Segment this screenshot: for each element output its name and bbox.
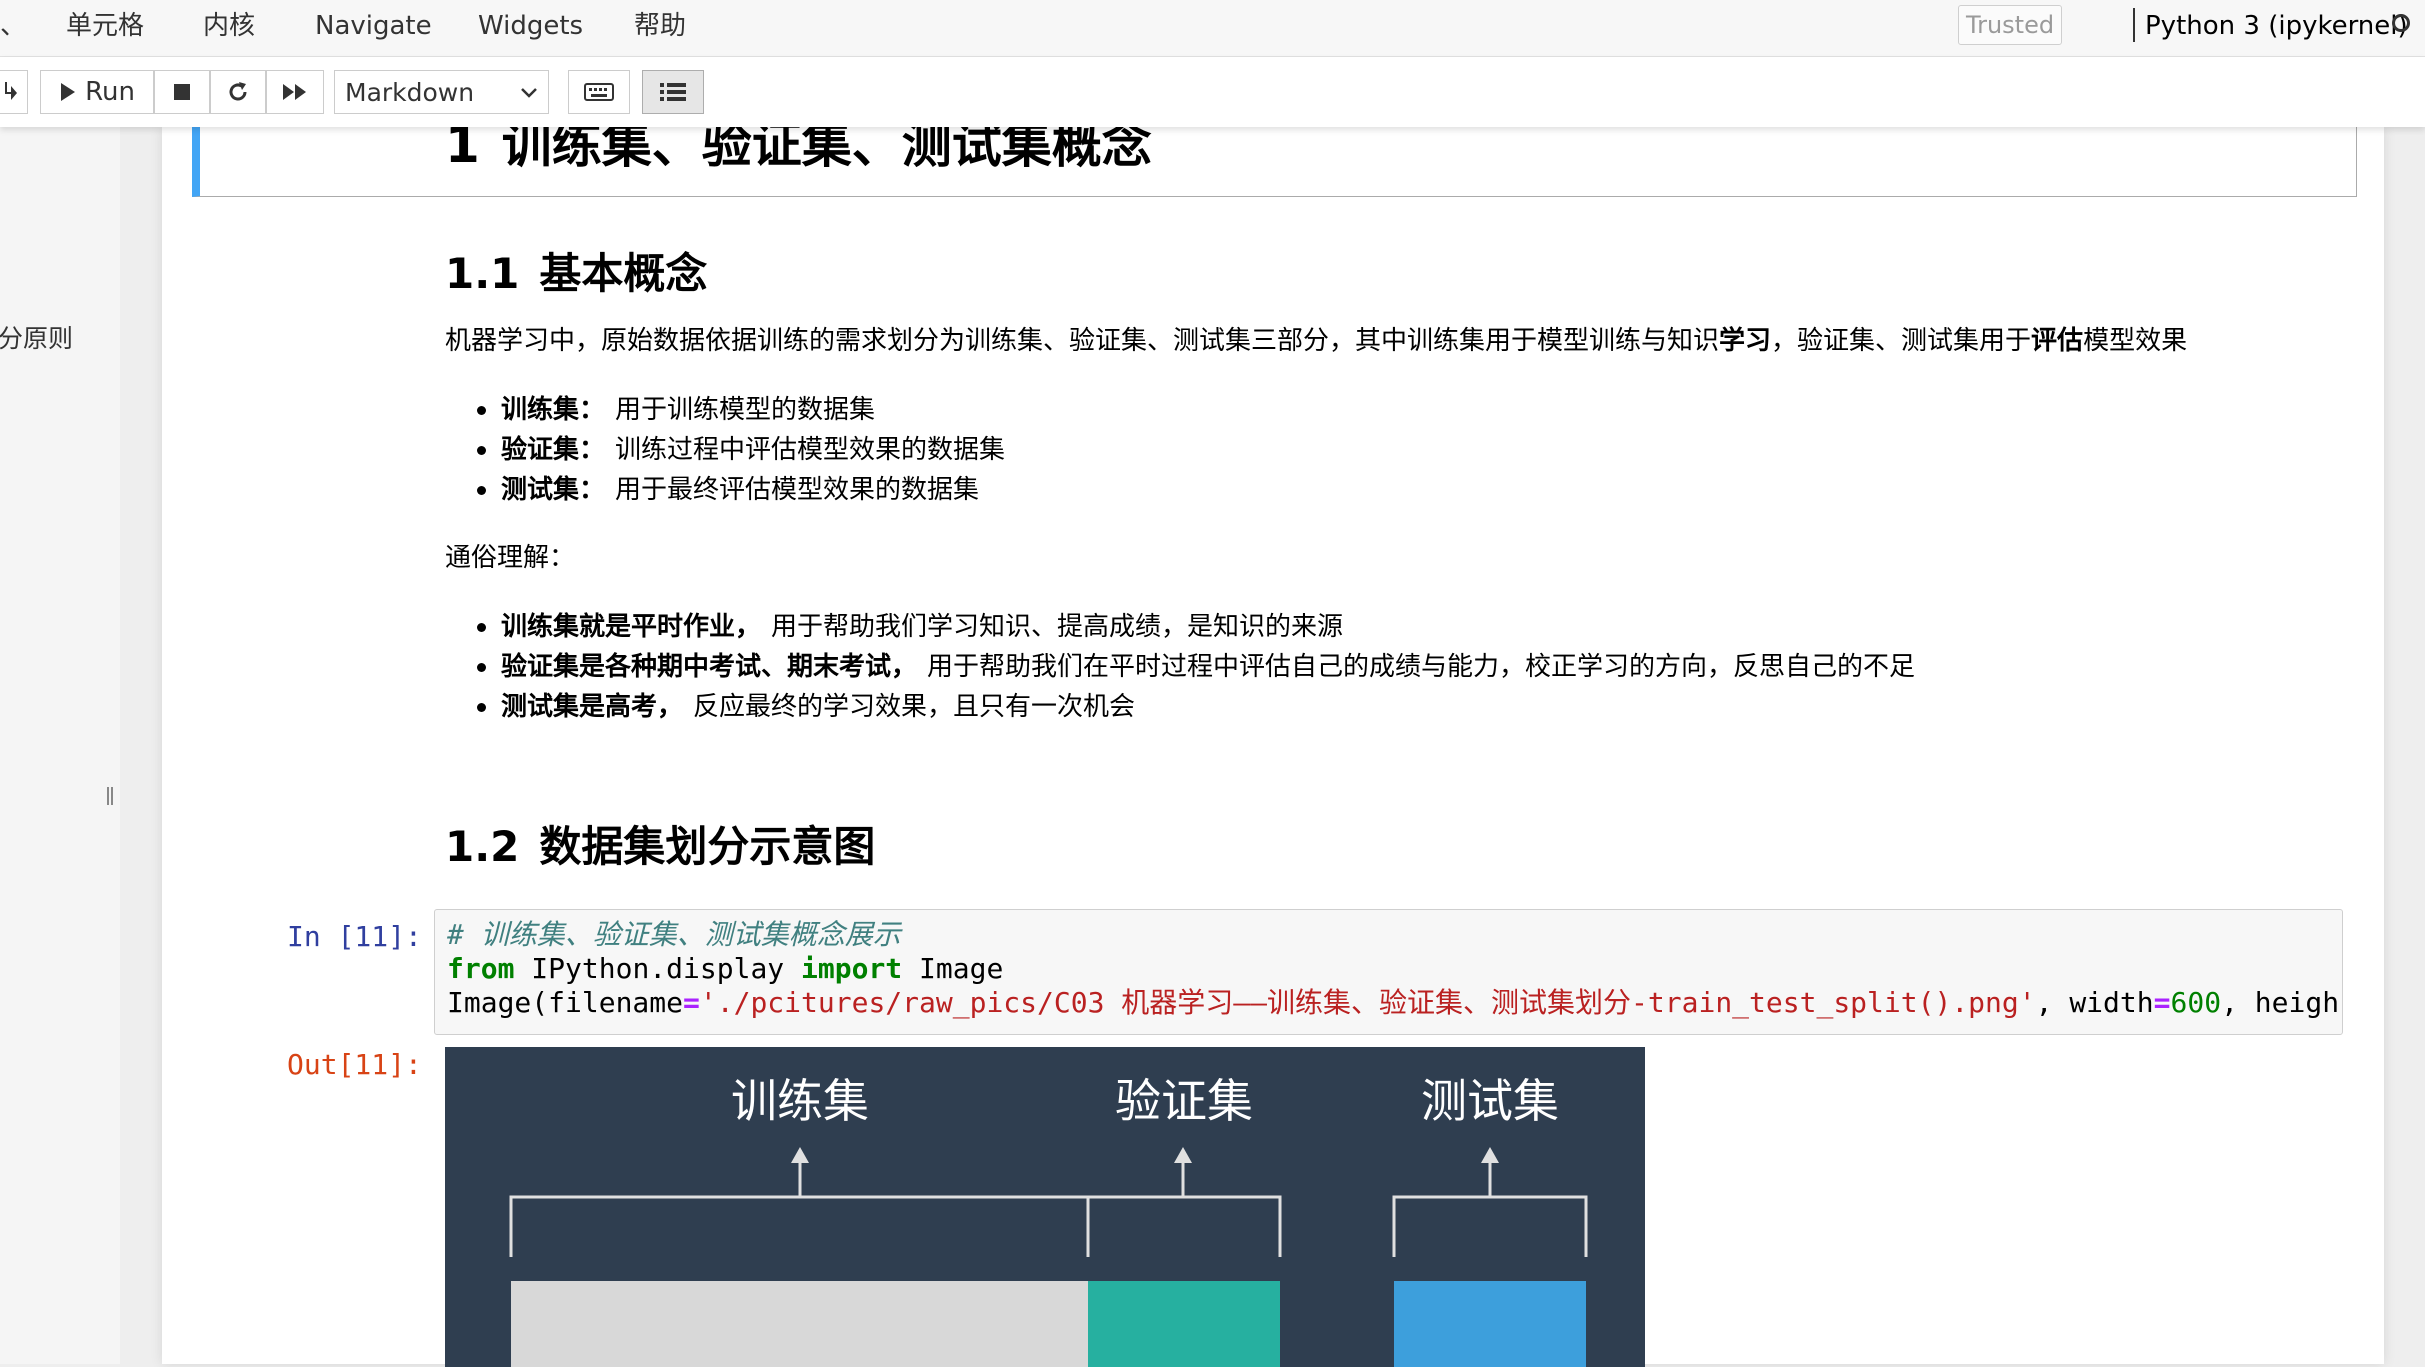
heading-number: 1.1 [445,249,520,298]
dataset-split-diagram: 训练集 验证集 测试集 [445,1047,1645,1367]
code-line-import: from IPython.display import Image [447,952,1003,986]
menu-item-widgets[interactable]: Widgets [478,10,583,42]
code-keyword: from [447,952,515,985]
analogy-term: 验证集是各种期中考试、期末考试， [501,652,918,682]
code-call: Image(filename [447,986,684,1019]
toolbar: Run Markdown [0,57,2425,127]
code-name: Image [902,952,1004,985]
analogy-label: 通俗理解： [445,543,576,573]
toc-toggle-button[interactable] [642,70,704,114]
kernel-idle-icon [2392,14,2410,32]
restart-run-all-button[interactable] [266,70,324,114]
restart-button[interactable] [210,70,266,114]
code-operator: = [683,986,700,1019]
test-segment [1394,1281,1586,1367]
definition-list: 训练集： 用于训练模型的数据集 验证集： 训练过程中评估模型效果的数据集 测试集： 用… [445,390,1005,510]
analogy-term: 训练集就是平时作业， [501,612,762,642]
fast-forward-icon [283,84,306,100]
list-icon [660,83,686,101]
code-keyword: import [801,952,903,985]
notebook-page: 1 训练集、验证集、测试集概念 1.1 基本概念 机器学习中，原始数据依据训练的需求… [162,116,2384,1367]
diagram-arrowheads [791,1147,1499,1163]
heading-title: 基本概念 [539,249,708,298]
val-segment [1088,1281,1280,1367]
code-line-call: Image(filename='./pcitures/raw_pics/C03 … [447,986,2339,1020]
heading-title: 数据集划分示意图 [539,822,876,871]
restart-icon [229,82,247,101]
code-arg: , heigh [2221,986,2340,1019]
play-icon [61,83,76,101]
diagram-graphic [509,1147,1588,1367]
heading-number: 1.2 [445,822,520,871]
menu-item-help[interactable]: 帮助 [634,10,686,42]
code-string: './pcitures/raw_pics/C03 机器学习——训练集、验证集、测… [699,986,2036,1019]
code-operator: = [2153,986,2171,1019]
kernel-divider [2133,8,2135,42]
cell-type-value: Markdown [345,78,475,107]
intro-text: ，验证集、测试集用于 [1771,326,2032,356]
keyboard-icon [584,83,614,101]
train-segment [511,1281,1088,1367]
diagram-brackets [509,1159,1588,1257]
move-down-button[interactable] [0,70,28,114]
code-module: IPython.display [514,952,802,985]
resize-handle-icon[interactable] [106,785,114,807]
definition-desc: 用于训练模型的数据集 [615,395,876,425]
run-button[interactable]: Run [40,70,154,114]
list-item: 验证集是各种期中考试、期末考试， 用于帮助我们在平时过程中评估自己的成绩与能力，校… [445,647,1915,687]
code-number: 600 [2170,986,2222,1019]
list-item: 测试集： 用于最终评估模型效果的数据集 [445,470,1005,510]
output-prompt: Out[11]: [287,1048,422,1081]
run-label: Run [85,77,135,107]
definition-term: 训练集： [501,395,606,425]
cell-type-select[interactable]: Markdown [334,70,549,114]
menu-item-kernel[interactable]: 内核 [203,10,255,42]
analogy-term: 测试集是高考， [501,692,684,722]
intro-text: 机器学习中，原始数据依据训练的需求划分为训练集、验证集、测试集三部分，其中训练集… [445,326,1720,356]
analogy-list: 训练集就是平时作业， 用于帮助我们学习知识、提高成绩，是知识的来源 验证集是各种期… [445,607,1915,727]
menu-item-navigate[interactable]: Navigate [315,10,432,42]
toc-item[interactable]: 分原则 [0,319,73,355]
definition-term: 验证集： [501,435,606,465]
list-item: 训练集就是平时作业， 用于帮助我们学习知识、提高成绩，是知识的来源 [445,607,1915,647]
heading-basic-concepts: 1.1 基本概念 [445,249,707,299]
code-arg: , width [2035,986,2154,1019]
definition-desc: 用于最终评估模型效果的数据集 [615,475,980,505]
chevron-down-icon [521,88,537,98]
kernel-name[interactable]: Python 3 (ipykernel) [2145,10,2408,42]
code-line-comment: # 训练集、验证集、测试集概念展示 [447,918,901,952]
analogy-desc: 反应最终的学习效果，且只有一次机会 [693,692,1136,722]
trusted-indicator[interactable]: Trusted [1958,5,2062,45]
list-item: 训练集： 用于训练模型的数据集 [445,390,1005,430]
menu-item-partial[interactable]: 、 [0,10,26,42]
intro-bold-evaluate: 评估 [2031,326,2084,356]
definition-term: 测试集： [501,475,606,505]
intro-bold-learning: 学习 [1719,326,1772,356]
toc-sidebar: 分原则 [0,127,120,1364]
analogy-desc: 用于帮助我们学习知识、提高成绩，是知识的来源 [771,612,1344,642]
menu-bar: 、 单元格 内核 Navigate Widgets 帮助 Trusted Pyt… [0,0,2425,57]
command-palette-button[interactable] [568,70,630,114]
heading-split-diagram: 1.2 数据集划分示意图 [445,822,875,872]
code-editor[interactable]: # 训练集、验证集、测试集概念展示 from IPython.display i… [434,909,2343,1035]
analogy-desc: 用于帮助我们在平时过程中评估自己的成绩与能力，校正学习的方向，反思自己的不足 [927,652,1916,682]
menu-item-cell[interactable]: 单元格 [66,10,144,42]
code-comment: # 训练集、验证集、测试集概念展示 [447,918,901,951]
intro-text: 模型效果 [2083,326,2188,356]
stop-icon [174,84,190,100]
list-item: 验证集： 训练过程中评估模型效果的数据集 [445,430,1005,470]
interrupt-button[interactable] [154,70,210,114]
intro-paragraph: 机器学习中，原始数据依据训练的需求划分为训练集、验证集、测试集三部分，其中训练集… [445,324,2187,358]
list-item: 测试集是高考， 反应最终的学习效果，且只有一次机会 [445,687,1915,727]
definition-desc: 训练过程中评估模型效果的数据集 [615,435,1006,465]
step-icon [5,82,17,100]
input-prompt: In [11]: [287,920,422,953]
